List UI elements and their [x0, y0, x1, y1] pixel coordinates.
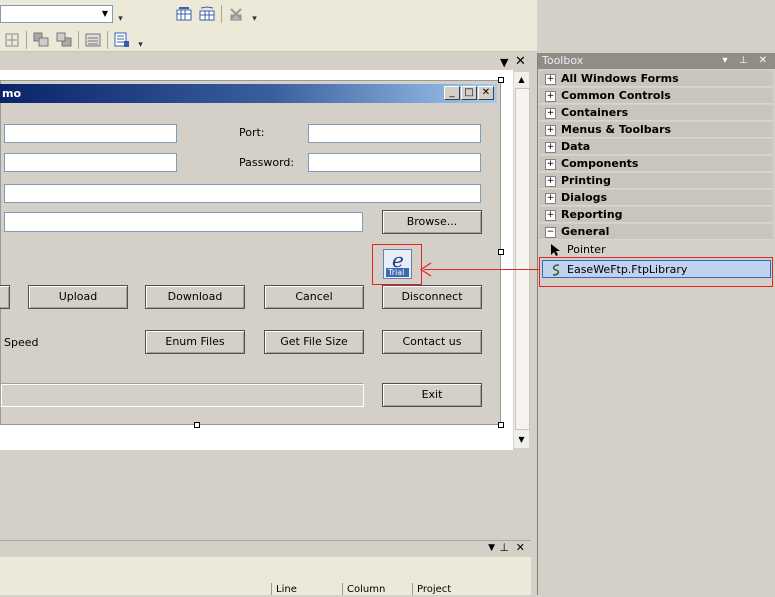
expand-icon[interactable]: + [545, 125, 556, 136]
expand-icon[interactable]: + [545, 108, 556, 119]
password-input[interactable] [308, 153, 481, 172]
remote-path-input[interactable] [4, 184, 481, 203]
enum-files-button[interactable]: Enum Files [145, 330, 245, 354]
close-icon[interactable]: ✕ [478, 86, 494, 100]
toolbox-category-common-controls[interactable]: + Common Controls [539, 88, 773, 104]
minimize-icon[interactable]: _ [444, 86, 460, 100]
size-grid-icon[interactable] [197, 4, 217, 24]
pin-icon[interactable]: ⊥ [499, 541, 509, 554]
resize-handle[interactable] [498, 77, 504, 83]
scroll-down-icon[interactable]: ▼ [514, 432, 529, 447]
partial-button[interactable] [0, 285, 10, 309]
toolbar-separator [26, 31, 27, 49]
scroll-thumb[interactable] [515, 88, 530, 430]
toolbar-separator [221, 5, 222, 23]
ftp-component-trial-icon[interactable]: e Trial [383, 248, 412, 279]
user-input[interactable] [4, 153, 177, 172]
contact-us-button[interactable]: Contact us [382, 330, 482, 354]
expand-icon[interactable]: + [545, 74, 556, 85]
expand-icon[interactable]: + [545, 142, 556, 153]
designer-vertical-scrollbar[interactable]: ▲ ▼ [513, 72, 530, 448]
column-header-column[interactable]: Column [342, 583, 412, 595]
toolbox-header: Toolbox ▾ ⊥ ✕ [538, 53, 775, 69]
toolbar-separator [107, 31, 108, 49]
error-list-header: ▼ ⊥ ✕ [0, 541, 531, 557]
expand-icon[interactable]: + [545, 91, 556, 102]
toolbox-category-components[interactable]: + Components [539, 156, 773, 172]
scroll-up-icon[interactable]: ▲ [514, 72, 529, 87]
form-title: mo [0, 84, 497, 103]
column-header-project[interactable]: Project [412, 583, 531, 595]
toolbox-category-reporting[interactable]: + Reporting [539, 207, 773, 223]
exit-button[interactable]: Exit [382, 383, 482, 407]
toolbox-category-printing[interactable]: + Printing [539, 173, 773, 189]
upload-button[interactable]: Upload [28, 285, 128, 309]
bring-to-front-icon[interactable] [31, 30, 51, 50]
cancel-button[interactable]: Cancel [264, 285, 364, 309]
chevron-down-icon[interactable]: ▼ [500, 56, 508, 69]
host-input[interactable] [4, 124, 177, 143]
resize-handle[interactable] [498, 249, 504, 255]
port-label: Port: [239, 126, 265, 139]
expand-icon[interactable]: + [545, 193, 556, 204]
toolbar-overflow-icon[interactable]: ▾ [250, 5, 259, 25]
document-window-controls: ▼ ✕ [490, 54, 535, 70]
toolbox-category-general[interactable]: − General [539, 224, 773, 240]
solution-config-combo[interactable]: ▼ [0, 5, 113, 23]
toolbar-overflow-icon[interactable]: ▾ [136, 31, 145, 51]
download-button[interactable]: Download [145, 285, 245, 309]
resize-handle[interactable] [498, 422, 504, 428]
column-header-line[interactable]: Line [271, 583, 342, 595]
chevron-down-icon: ▼ [101, 9, 109, 18]
delete-icon[interactable] [226, 4, 246, 24]
expand-icon[interactable]: + [545, 210, 556, 221]
resize-handle[interactable] [194, 422, 200, 428]
chevron-down-icon[interactable]: ▼ [488, 543, 495, 553]
disconnect-button[interactable]: Disconnect [382, 285, 482, 309]
send-to-back-icon[interactable] [54, 30, 74, 50]
toolbox-category-data[interactable]: + Data [539, 139, 773, 155]
toolbox-title: Toolbox [542, 54, 584, 67]
toolbox-item-ftplibrary[interactable]: EaseWeFtp.FtpLibrary [542, 260, 771, 278]
toolbox-window-controls[interactable]: ▾ ⊥ ✕ [723, 53, 771, 69]
center-icon[interactable] [2, 30, 22, 50]
speed-label: Speed [4, 336, 39, 349]
align-grid-icon[interactable] [174, 4, 194, 24]
toolbox-category-dialogs[interactable]: + Dialogs [539, 190, 773, 206]
arrow-head-icon [419, 262, 432, 277]
expand-icon[interactable]: + [545, 159, 556, 170]
progress-bar [0, 383, 364, 407]
toolbox-category-containers[interactable]: + Containers [539, 105, 773, 121]
toolbox-category-menus-toolbars[interactable]: + Menus & Toolbars [539, 122, 773, 138]
get-file-size-button[interactable]: Get File Size [264, 330, 364, 354]
lock-controls-icon[interactable] [112, 30, 132, 50]
toolbar-overflow-icon[interactable]: ▾ [116, 5, 125, 25]
toolbox-category-all-windows-forms[interactable]: + All Windows Forms [539, 71, 773, 87]
expand-icon[interactable]: + [545, 176, 556, 187]
port-input[interactable] [308, 124, 481, 143]
pointer-icon [549, 243, 563, 257]
password-label: Password: [239, 156, 295, 169]
close-icon[interactable]: ✕ [516, 541, 525, 554]
tab-order-icon[interactable] [83, 30, 103, 50]
local-file-input[interactable] [4, 212, 363, 232]
maximize-icon[interactable]: □ [461, 86, 477, 100]
browse-button[interactable]: Browse... [382, 210, 482, 234]
close-icon[interactable]: ✕ [515, 54, 526, 69]
toolbar-separator [78, 31, 79, 49]
collapse-icon[interactable]: − [545, 227, 556, 238]
trial-label: Trial [388, 268, 405, 277]
annotation-arrow [424, 269, 540, 270]
ftplibrary-icon [549, 263, 563, 277]
